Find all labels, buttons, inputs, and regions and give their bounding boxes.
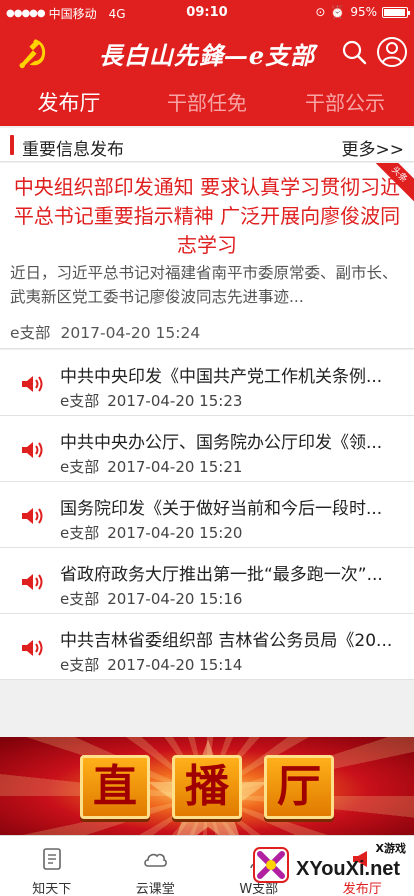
more-link[interactable]: 更多>> [342, 135, 405, 160]
nav-item-cloud-class[interactable]: 云课堂 [104, 836, 208, 896]
speaker-icon [22, 508, 43, 524]
news-meta: e支部 2017-04-20 15:21 [60, 456, 242, 477]
speaker-icon [22, 376, 43, 392]
watermark-text: XYouXi.net [296, 858, 401, 880]
headline-meta: e支部 2017-04-20 15:24 [10, 321, 200, 343]
banner-char: 厅 [264, 755, 334, 819]
watermark-small-text: X游戏 [375, 842, 406, 855]
banner-char: 播 [172, 755, 242, 819]
news-title: 省政府政务大厅推出第一批“最多跑一次”... [60, 565, 383, 585]
app-header: 長白山先鋒—e支部 [0, 24, 414, 80]
news-title: 中共中央印发《中国共产党工作机关条例... [60, 367, 383, 387]
banner-char: 直 [80, 755, 150, 819]
headline-source: e支部 [10, 324, 51, 342]
top-tabs: 发布厅 干部任免 干部公示 [0, 80, 414, 126]
list-item[interactable]: 省政府政务大厅推出第一批“最多跑一次”... e支部 2017-04-20 15:… [0, 548, 414, 614]
status-bar: ●●●●● 中国移动 4G 09:10 ⊙ ⏰ 95% [0, 0, 414, 24]
list-item[interactable]: 中共中央办公厅、国务院办公厅印发《领... e支部 2017-04-20 15:2… [0, 416, 414, 482]
watermark-logo-icon [253, 847, 289, 883]
news-time: 2017-04-20 15:20 [107, 524, 243, 542]
battery-percent: 95% [350, 5, 377, 19]
search-icon[interactable] [340, 38, 368, 66]
user-profile-icon[interactable] [376, 36, 408, 68]
live-hall-banner[interactable]: 直 播 厅 [0, 737, 414, 835]
status-right: ⊙ ⏰ 95% [315, 5, 410, 19]
section-title: 重要信息发布 [22, 140, 124, 160]
news-list: 中共中央印发《中国共产党工作机关条例... e支部 2017-04-20 15:2… [0, 350, 414, 680]
news-title: 中共中央办公厅、国务院办公厅印发《领... [60, 433, 383, 453]
nav-label: 云课堂 [135, 882, 175, 896]
section-header: 重要信息发布 更多>> [0, 128, 414, 162]
list-item[interactable]: 国务院印发《关于做好当前和今后一段时... e支部 2017-04-20 15:2… [0, 482, 414, 548]
news-time: 2017-04-20 15:23 [107, 392, 243, 410]
rotation-lock-icon: ⊙ [315, 5, 326, 19]
news-time: 2017-04-20 15:21 [107, 458, 243, 476]
news-title: 中共吉林省委组织部 吉林省公务员局《20... [60, 631, 393, 651]
news-source: e支部 [60, 524, 100, 542]
section-accent-bar [10, 135, 14, 155]
list-item[interactable]: 中共吉林省委组织部 吉林省公务员局《20... e支部 2017-04-20 15… [0, 614, 414, 680]
site-watermark: X游戏 XYouXi.net [246, 840, 414, 896]
cloud-icon [144, 853, 168, 867]
speaker-icon [22, 442, 43, 458]
battery-icon [382, 6, 410, 18]
news-source: e支部 [60, 458, 100, 476]
alarm-icon: ⏰ [330, 5, 346, 19]
document-icon [42, 848, 61, 870]
news-meta: e支部 2017-04-20 15:20 [60, 522, 242, 543]
news-source: e支部 [60, 656, 100, 674]
speaker-icon [22, 640, 43, 656]
news-meta: e支部 2017-04-20 15:16 [60, 588, 242, 609]
nav-label: 知天下 [32, 882, 72, 896]
news-source: e支部 [60, 590, 100, 608]
headline-title[interactable]: 中央组织部印发通知 要求认真学习贯彻习近平总书记重要指示精神 广泛开展向廖俊波同… [8, 173, 406, 260]
headline-card[interactable]: 头条 中央组织部印发通知 要求认真学习贯彻习近平总书记重要指示精神 广泛开展向廖… [0, 163, 414, 349]
headline-time: 2017-04-20 15:24 [60, 324, 201, 342]
list-item[interactable]: 中共中央印发《中国共产党工作机关条例... e支部 2017-04-20 15:2… [0, 350, 414, 416]
tab-cadre-appointment[interactable]: 干部任免 [138, 80, 276, 126]
tab-cadre-announcement[interactable]: 干部公示 [276, 80, 414, 126]
nav-item-news[interactable]: 知天下 [0, 836, 104, 896]
speaker-icon [22, 574, 43, 590]
tab-publish-hall[interactable]: 发布厅 [0, 80, 138, 126]
news-meta: e支部 2017-04-20 15:23 [60, 390, 242, 411]
battery-fill [384, 8, 405, 16]
headline-summary: 近日，习近平总书记对福建省南平市委原常委、副市长、武夷新区党工委书记廖俊波同志先… [10, 264, 398, 306]
news-meta: e支部 2017-04-20 15:14 [60, 654, 242, 675]
news-source: e支部 [60, 392, 100, 410]
news-time: 2017-04-20 15:14 [107, 656, 243, 674]
news-time: 2017-04-20 15:16 [107, 590, 243, 608]
banner-title: 直 播 厅 [0, 755, 414, 819]
news-title: 国务院印发《关于做好当前和今后一段时... [60, 499, 383, 519]
